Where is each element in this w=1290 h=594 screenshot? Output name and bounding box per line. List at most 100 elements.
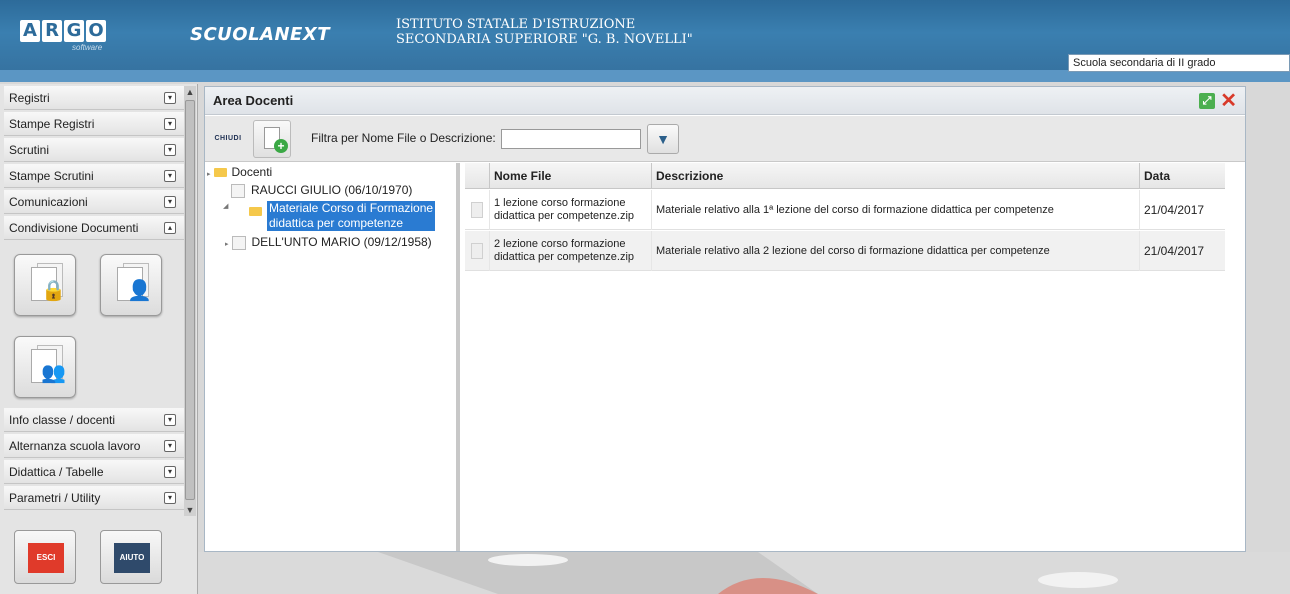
help-button[interactable]: AIUTO [100,530,162,584]
filter-input[interactable] [501,129,641,149]
app-name: SCUOLANEXT [190,24,331,45]
exit-button[interactable]: ESCI [14,530,76,584]
logo-letter: G [64,20,84,42]
panel-title: Area Docenti [213,93,294,108]
folder-icon [213,168,227,178]
tree-node-teacher[interactable]: RAUCCI GIULIO (06/10/1970) [231,183,412,198]
sidebar-item-label: Stampe Scrutini [9,169,94,183]
file-description: Materiale relativo alla 2 lezione del co… [651,231,1139,271]
scroll-down-icon[interactable]: ▼ [184,504,196,516]
file-icon [471,243,483,259]
file-name: didattica per competenze.zip [494,210,635,222]
expand-icon[interactable]: ▾ [164,492,176,504]
maximize-icon[interactable]: ⤢ [1199,93,1215,109]
sidebar: Registri ▾ Stampe Registri ▾ Scrutini ▾ … [0,84,198,594]
sidebar-item-label: Condivisione Documenti [9,221,139,235]
background-artwork [378,552,1118,594]
sidebar-item-didattica-tabelle[interactable]: Didattica / Tabelle ▾ [4,460,184,484]
group-icon: 👥 [41,362,66,384]
documents-tree: ▸ Docenti RAUCCI GIULIO (06/10/1970) ◢ Ma… [205,163,460,551]
tree-toggle-icon[interactable]: ◢ [223,203,228,210]
filter-funnel-icon: ▼ [656,131,670,147]
sidebar-item-condivisione-documenti[interactable]: Condivisione Documenti ▴ [4,216,184,240]
exit-button-label: ESCI [28,543,64,573]
background-decoration [198,552,1290,594]
sidebar-item-label: Didattica / Tabelle [9,465,104,479]
tree-node-folder-selected[interactable]: Materiale Corso di Formazione didattica p… [249,201,436,231]
plus-icon: + [274,139,288,153]
school-name-line2: SECONDARIA SUPERIORE "G. B. NOVELLI" [396,32,693,47]
tree-node-label: didattica per competenze [269,216,404,230]
logo-subtitle: software [72,43,103,52]
area-docenti-panel: Area Docenti ⤢ ✕ CHIUDI + Filtra per Nom… [204,86,1246,552]
file-description: Materiale relativo alla 1ª lezione del c… [651,190,1139,230]
sidebar-item-comunicazioni[interactable]: Comunicazioni ▾ [4,190,184,214]
tree-node-label: RAUCCI GIULIO (06/10/1970) [251,183,413,197]
files-grid: Nome File Descrizione Data 1 lezione cor… [465,163,1245,551]
expand-icon[interactable]: ▾ [164,440,176,452]
expand-icon[interactable]: ▾ [164,466,176,478]
collapse-icon[interactable]: ▴ [164,222,176,234]
grid-header: Nome File Descrizione Data [465,163,1225,189]
file-name: 2 lezione corso formazione [494,238,626,250]
sidebar-item-scrutini[interactable]: Scrutini ▾ [4,138,184,162]
sidebar-item-label: Scrutini [9,143,50,157]
column-header-data[interactable]: Data [1139,163,1219,189]
scroll-up-icon[interactable]: ▲ [184,86,196,98]
tree-toggle-icon[interactable]: ▸ [225,241,229,248]
tree-node-label: Materiale Corso di Formazione [269,201,434,215]
file-icon [471,202,483,218]
sidebar-item-label: Info classe / docenti [9,413,116,427]
filter-label: Filtra per Nome File o Descrizione: [311,131,496,145]
logo-letter: O [86,20,106,42]
sidebar-item-stampe-registri[interactable]: Stampe Registri ▾ [4,112,184,136]
expand-icon[interactable]: ▾ [164,118,176,130]
expand-icon[interactable]: ▾ [164,414,176,426]
sidebar-item-parametri-utility[interactable]: Parametri / Utility ▾ [4,486,184,510]
tree-root-docenti[interactable]: ▸ Docenti [207,165,272,179]
close-button[interactable]: CHIUDI [209,120,247,158]
sidebar-item-label: Registri [9,91,50,105]
file-date: 21/04/2017 [1139,231,1219,271]
sidebar-item-label: Stampe Registri [9,117,95,131]
school-name: ISTITUTO STATALE D'ISTRUZIONE SECONDARIA… [396,17,693,47]
school-type-select[interactable]: Scuola secondaria di II grado [1068,54,1290,72]
sidebar-item-alternanza-scuola-lavoro[interactable]: Alternanza scuola lavoro ▾ [4,434,184,458]
column-header-nome-file[interactable]: Nome File [489,163,651,189]
panel-titlebar: Area Docenti ⤢ ✕ [205,87,1245,115]
filter-button[interactable]: ▼ [647,124,679,154]
sidebar-item-label: Parametri / Utility [9,491,101,505]
expand-icon[interactable]: ▾ [164,144,176,156]
tile-documenti-personali[interactable]: 👤 [100,254,162,316]
tile-documenti-riservati[interactable]: 🔒 [14,254,76,316]
file-date: 21/04/2017 [1139,190,1219,230]
logo-letter: A [20,20,40,42]
column-header-descrizione[interactable]: Descrizione [651,163,1139,189]
add-document-button[interactable]: + [253,120,291,158]
school-name-line1: ISTITUTO STATALE D'ISTRUZIONE [396,17,636,32]
folder-icon [249,207,262,216]
tree-node-label: Docenti [231,165,273,179]
sidebar-scrollbar[interactable]: ▲ ▼ [184,86,196,516]
expand-icon[interactable]: ▾ [164,170,176,182]
sidebar-item-label: Alternanza scuola lavoro [9,439,141,453]
sidebar-item-label: Comunicazioni [9,195,88,209]
argo-logo: A R G O [20,20,106,42]
help-button-label: AIUTO [114,543,150,573]
expand-icon[interactable]: ▾ [164,92,176,104]
sidebar-item-info-classe-docenti[interactable]: Info classe / docenti ▾ [4,408,184,432]
close-icon[interactable]: ✕ [1220,90,1237,112]
panel-toolbar: CHIUDI + Filtra per Nome File o Descrizi… [205,116,1245,162]
file-name: 1 lezione corso formazione [494,197,626,209]
table-row[interactable]: 2 lezione corso formazione didattica per … [465,231,1225,271]
sidebar-item-registri[interactable]: Registri ▾ [4,86,184,110]
tree-toggle-icon[interactable]: ▸ [207,171,211,178]
tree-node-teacher[interactable]: ▸ DELL'UNTO MARIO (09/12/1958) [225,235,432,250]
table-row[interactable]: 1 lezione corso formazione didattica per … [465,190,1225,230]
file-name: didattica per competenze.zip [494,251,635,263]
sidebar-item-stampe-scrutini[interactable]: Stampe Scrutini ▾ [4,164,184,188]
scrollbar-thumb[interactable] [185,100,195,500]
expand-icon[interactable]: ▾ [164,196,176,208]
logo-letter: R [42,20,62,42]
tile-documenti-condivisi[interactable]: 👥 [14,336,76,398]
